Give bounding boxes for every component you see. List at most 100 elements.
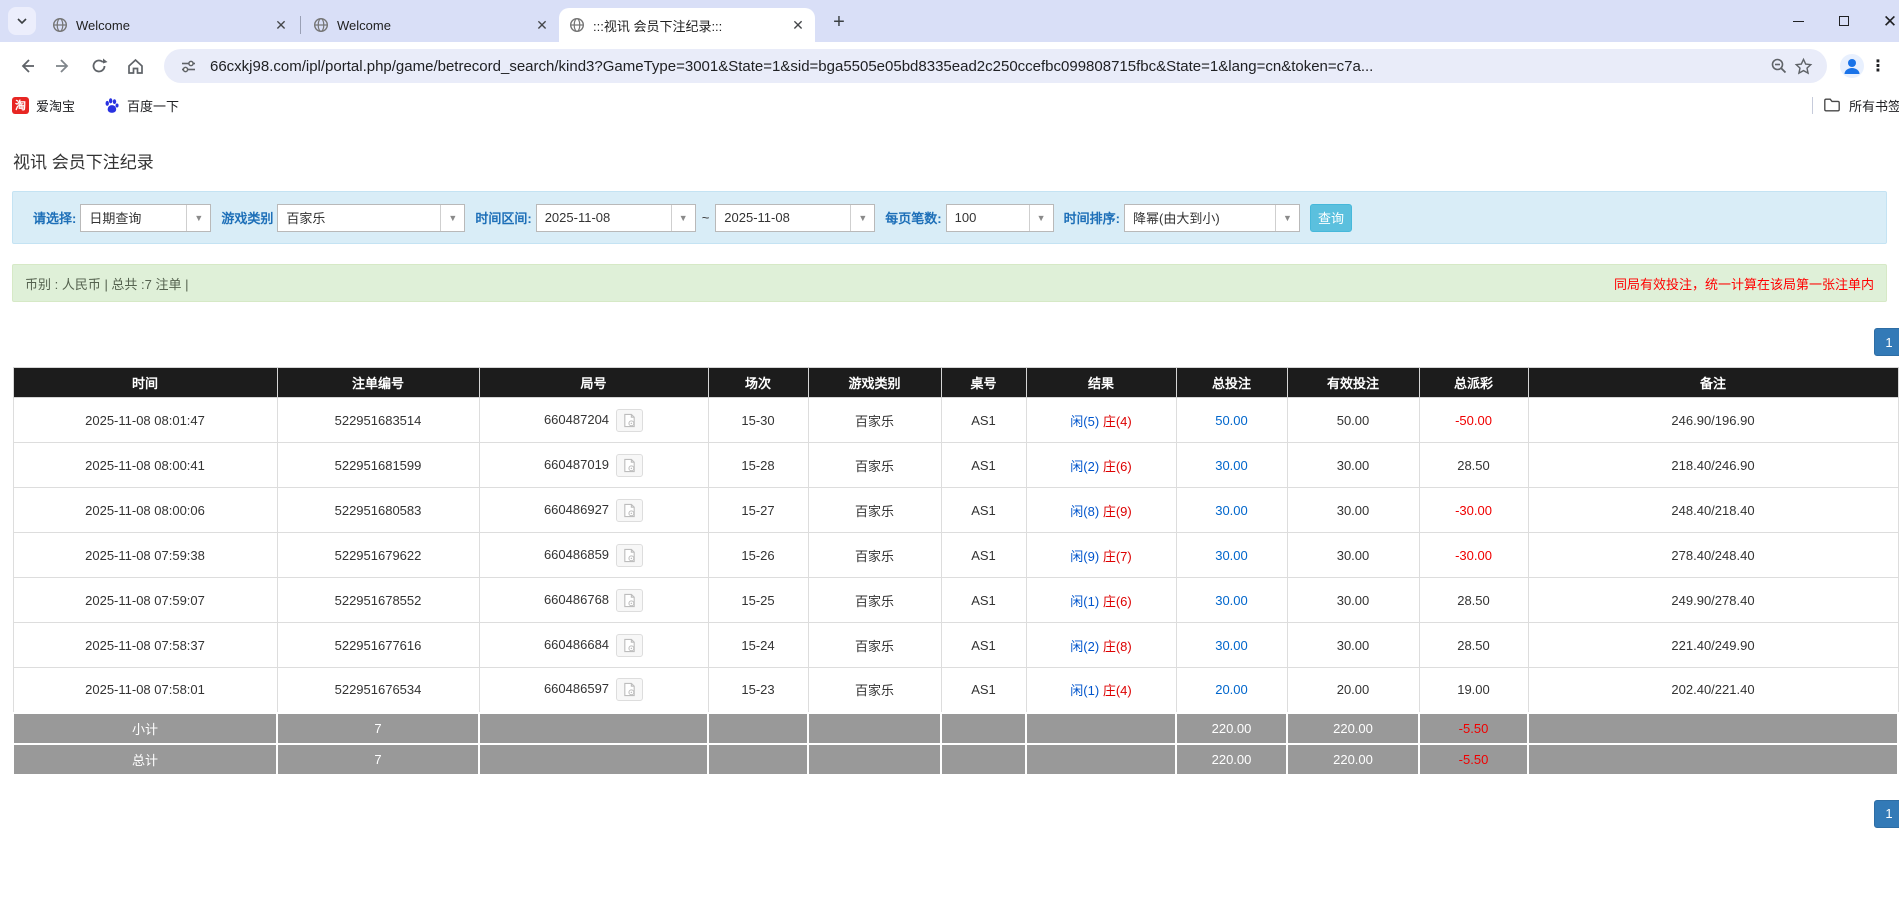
tab-close-icon[interactable]: ✕	[533, 16, 551, 34]
video-replay-button[interactable]	[616, 409, 643, 432]
tab-close-icon[interactable]: ✕	[272, 16, 290, 34]
zoom-icon[interactable]	[1767, 54, 1791, 78]
summary-payout: -5.50	[1419, 713, 1528, 744]
result-player: 闲(1)	[1070, 594, 1099, 609]
video-replay-button[interactable]	[616, 454, 643, 477]
tab-welcome-2[interactable]: Welcome ✕	[303, 8, 559, 42]
round-cell: 660487204	[479, 398, 708, 443]
tab-close-icon[interactable]: ✕	[789, 16, 807, 34]
bet-number: 522951680583	[277, 488, 479, 533]
video-replay-button[interactable]	[616, 634, 643, 657]
arrow-left-icon	[18, 57, 36, 75]
summary-total-bet: 220.00	[1176, 744, 1287, 775]
reload-button[interactable]	[82, 49, 116, 83]
total-bet: 30.00	[1176, 533, 1287, 578]
date-from-input[interactable]: 2025-11-08 ▼	[536, 204, 696, 232]
total-payout: 28.50	[1419, 578, 1528, 623]
tab-title: Welcome	[337, 18, 533, 33]
tab-welcome-1[interactable]: Welcome ✕	[42, 8, 298, 42]
result-banker: 庄(8)	[1103, 639, 1132, 654]
chevron-down-icon[interactable]: ▼	[440, 205, 464, 231]
bookmark-baidu[interactable]: 百度一下	[103, 96, 179, 115]
summary-label: 小计	[13, 713, 277, 744]
back-button[interactable]	[10, 49, 44, 83]
session-number: 15-30	[708, 398, 808, 443]
note: 218.40/246.90	[1528, 443, 1898, 488]
bookmark-star-icon[interactable]	[1791, 54, 1815, 78]
summary-count: 7	[277, 744, 479, 775]
result-player: 闲(5)	[1070, 414, 1099, 429]
result-cell: 闲(5) 庄(4)	[1026, 398, 1176, 443]
video-replay-button[interactable]	[616, 678, 643, 701]
window-close-button[interactable]: ✕	[1867, 0, 1899, 42]
chevron-down-icon[interactable]: ▼	[1275, 205, 1299, 231]
video-record-icon	[622, 593, 637, 608]
video-replay-button[interactable]	[616, 589, 643, 612]
chevron-down-icon[interactable]: ▼	[671, 205, 695, 231]
info-bar: 币别 : 人民币 | 总共 :7 注单 | 同局有效投注，统一计算在该局第一张注…	[12, 264, 1887, 302]
page-size-select[interactable]: 100 ▼	[946, 204, 1054, 232]
video-replay-button[interactable]	[616, 544, 643, 567]
site-settings-icon[interactable]	[176, 54, 200, 78]
baidu-paw-icon	[103, 97, 120, 114]
total-bet: 20.00	[1176, 668, 1287, 713]
summary-label: 总计	[13, 744, 277, 775]
game-type-select[interactable]: 百家乐 ▼	[277, 204, 465, 232]
result-player: 闲(1)	[1070, 683, 1099, 698]
window-minimize-button[interactable]	[1775, 0, 1821, 42]
home-icon	[126, 57, 145, 76]
column-header: 时间	[13, 368, 277, 398]
new-tab-button[interactable]: +	[825, 8, 853, 36]
summary-count: 7	[277, 713, 479, 744]
chevron-down-icon[interactable]: ▼	[186, 205, 210, 231]
date-range-separator: ~	[702, 210, 710, 225]
game-type: 百家乐	[808, 443, 941, 488]
result-banker: 庄(7)	[1103, 549, 1132, 564]
forward-button[interactable]	[46, 49, 80, 83]
session-number: 15-23	[708, 668, 808, 713]
window-maximize-button[interactable]	[1821, 0, 1867, 42]
query-type-select[interactable]: 日期查询 ▼	[80, 204, 211, 232]
table-number: AS1	[941, 398, 1026, 443]
result-cell: 闲(9) 庄(7)	[1026, 533, 1176, 578]
date-from-value: 2025-11-08	[537, 205, 671, 231]
bet-time: 2025-11-08 08:01:47	[13, 398, 277, 443]
total-bet: 50.00	[1176, 398, 1287, 443]
search-button[interactable]: 查询	[1310, 204, 1352, 232]
bet-number: 522951681599	[277, 443, 479, 488]
page-1-button[interactable]: 1	[1874, 800, 1899, 828]
tab-betrecord-active[interactable]: :::视讯 会员下注纪录::: ✕	[559, 8, 815, 42]
date-to-input[interactable]: 2025-11-08 ▼	[715, 204, 875, 232]
table-row: 2025-11-08 07:59:38 522951679622 6604868…	[13, 533, 1898, 578]
profile-avatar[interactable]	[1837, 51, 1867, 81]
video-replay-button[interactable]	[616, 499, 643, 522]
url-bar[interactable]: 66cxkj98.com/ipl/portal.php/game/betreco…	[164, 49, 1827, 83]
page-1-button[interactable]: 1	[1874, 328, 1899, 356]
bookmark-label: 百度一下	[127, 96, 179, 115]
total-payout: 28.50	[1419, 623, 1528, 668]
note: 249.90/278.40	[1528, 578, 1898, 623]
round-number: 660486768	[544, 591, 609, 606]
summary-payout: -5.50	[1419, 744, 1528, 775]
column-header: 总投注	[1176, 368, 1287, 398]
total-bet: 30.00	[1176, 623, 1287, 668]
home-button[interactable]	[118, 49, 152, 83]
round-number: 660486684	[544, 636, 609, 651]
tab-search-button[interactable]	[8, 7, 36, 35]
url-text[interactable]: 66cxkj98.com/ipl/portal.php/game/betreco…	[210, 58, 1757, 75]
globe-icon	[569, 17, 585, 33]
browser-toolbar: 66cxkj98.com/ipl/portal.php/game/betreco…	[0, 42, 1899, 90]
session-number: 15-26	[708, 533, 808, 578]
column-header: 局号	[479, 368, 708, 398]
browser-menu-button[interactable]: ⋮	[1867, 51, 1889, 81]
chevron-down-icon[interactable]: ▼	[1029, 205, 1053, 231]
all-bookmarks-button[interactable]: 所有书签	[1823, 96, 1899, 115]
chevron-down-icon[interactable]: ▼	[850, 205, 874, 231]
sort-order-select[interactable]: 降幂(由大到小) ▼	[1124, 204, 1300, 232]
tab-strip: Welcome ✕ Welcome ✕ :::视讯 会员下注纪录::: ✕ + …	[0, 0, 1899, 42]
minimize-icon	[1793, 21, 1804, 22]
game-type: 百家乐	[808, 488, 941, 533]
bookmark-taobao[interactable]: 淘 爱淘宝	[12, 96, 75, 115]
note: 221.40/249.90	[1528, 623, 1898, 668]
round-number: 660487019	[544, 456, 609, 471]
